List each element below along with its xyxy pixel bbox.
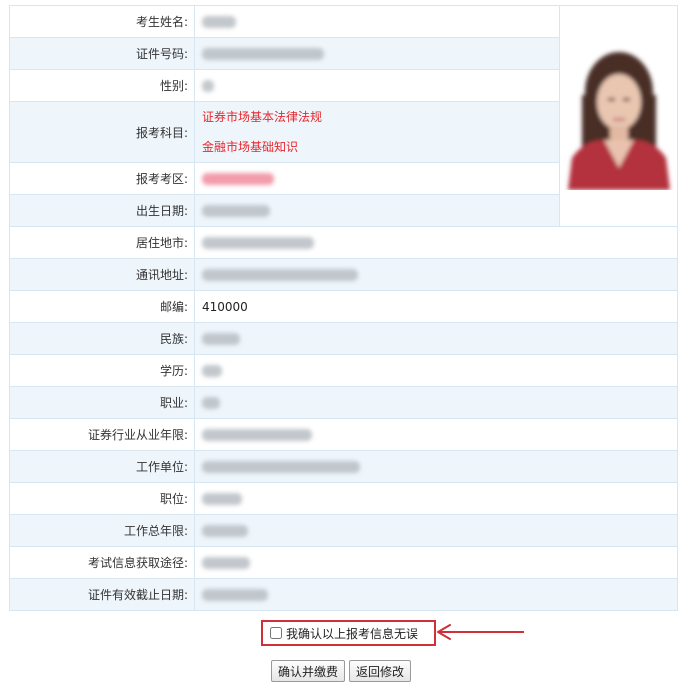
- subject-item: 金融市场基础知识: [202, 140, 299, 154]
- action-buttons: 确认并缴费 返回修改: [271, 660, 412, 682]
- gender-label: 性别:: [9, 69, 195, 102]
- id-number-value: [194, 37, 560, 70]
- education-label: 学历:: [9, 354, 195, 387]
- confirm-info-checkbox-group[interactable]: 我确认以上报考信息无误: [261, 620, 436, 646]
- postcode-text: 410000: [202, 299, 248, 314]
- occupation-label: 职业:: [9, 386, 195, 419]
- left-arrow-icon: [437, 624, 524, 640]
- name-value: [194, 5, 560, 38]
- city-label: 居住地市:: [9, 226, 195, 259]
- position-value: [194, 482, 678, 515]
- info-source-value: [194, 546, 678, 579]
- applicant-info-table: 考生姓名: 证件号码: 性别: 报考科目: 证券市场基本法律法规 金融市场基础知…: [9, 5, 678, 611]
- exam-area-value: [194, 162, 560, 195]
- gender-value: [194, 69, 560, 102]
- ethnicity-value: [194, 322, 678, 355]
- postcode-value: 410000: [194, 290, 678, 323]
- address-value: [194, 258, 678, 291]
- industry-years-value: [194, 418, 678, 451]
- birth-date-label: 出生日期:: [9, 194, 195, 227]
- back-edit-button[interactable]: 返回修改: [349, 660, 412, 682]
- photo-cell: [559, 5, 678, 227]
- employer-value: [194, 450, 678, 483]
- total-years-value: [194, 514, 678, 547]
- id-number-label: 证件号码:: [9, 37, 195, 70]
- info-source-label: 考试信息获取途径:: [9, 546, 195, 579]
- name-label: 考生姓名:: [9, 5, 195, 38]
- education-value: [194, 354, 678, 387]
- address-label: 通讯地址:: [9, 258, 195, 291]
- confirm-info-label: 我确认以上报考信息无误: [286, 626, 419, 641]
- subjects-label: 报考科目:: [9, 101, 195, 163]
- id-expiry-label: 证件有效截止日期:: [9, 578, 195, 611]
- ethnicity-label: 民族:: [9, 322, 195, 355]
- subjects-value: 证券市场基本法律法规 金融市场基础知识: [194, 101, 560, 163]
- employer-label: 工作单位:: [9, 450, 195, 483]
- id-expiry-value: [194, 578, 678, 611]
- total-years-label: 工作总年限:: [9, 514, 195, 547]
- applicant-photo: [563, 39, 674, 190]
- occupation-value: [194, 386, 678, 419]
- exam-area-label: 报考考区:: [9, 162, 195, 195]
- confirm-pay-button[interactable]: 确认并缴费: [271, 660, 346, 682]
- industry-years-label: 证券行业从业年限:: [9, 418, 195, 451]
- confirm-info-checkbox[interactable]: [270, 627, 282, 639]
- postcode-label: 邮编:: [9, 290, 195, 323]
- subject-item: 证券市场基本法律法规: [202, 110, 323, 124]
- position-label: 职位:: [9, 482, 195, 515]
- city-value: [194, 226, 678, 259]
- birth-date-value: [194, 194, 560, 227]
